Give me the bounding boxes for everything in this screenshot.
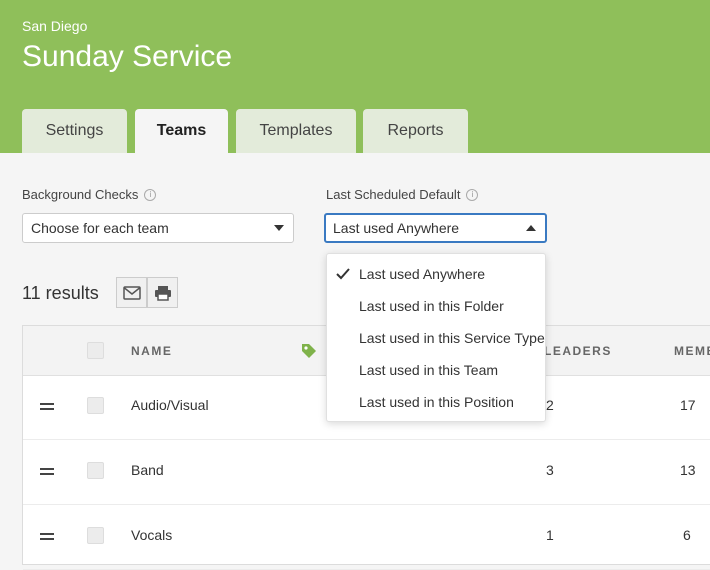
row-checkbox[interactable] <box>87 397 104 414</box>
team-name[interactable]: Audio/Visual <box>131 397 209 413</box>
chevron-up-icon <box>526 225 536 231</box>
background-checks-select[interactable]: Choose for each team <box>22 213 294 243</box>
drag-handle-icon[interactable] <box>40 403 54 413</box>
tab-templates[interactable]: Templates <box>236 109 356 153</box>
email-icon <box>122 285 141 300</box>
dropdown-option-service-type[interactable]: Last used in this Service Type <box>359 330 545 346</box>
tab-teams[interactable]: Teams <box>135 109 228 153</box>
print-icon <box>154 285 171 301</box>
row-checkbox[interactable] <box>87 527 104 544</box>
email-button[interactable] <box>116 277 147 308</box>
page-header: San Diego Sunday Service Settings Teams … <box>0 0 710 153</box>
background-checks-label: Background Checks i <box>22 187 157 202</box>
drag-handle-icon[interactable] <box>40 468 54 478</box>
members-count: 6 <box>683 527 691 543</box>
last-scheduled-default-label-text: Last Scheduled Default <box>326 187 461 202</box>
column-header-name[interactable]: NAME <box>131 344 172 358</box>
tab-reports[interactable]: Reports <box>363 109 468 153</box>
checkmark-icon <box>336 268 350 280</box>
info-icon[interactable]: i <box>466 188 479 201</box>
print-button[interactable] <box>147 277 178 308</box>
team-name[interactable]: Vocals <box>131 527 172 543</box>
last-scheduled-default-value: Last used Anywhere <box>333 220 460 236</box>
info-icon[interactable]: i <box>144 188 157 201</box>
dropdown-option-anywhere[interactable]: Last used Anywhere <box>359 266 485 282</box>
results-count: 11 results <box>22 283 99 303</box>
background-checks-value: Choose for each team <box>31 220 169 236</box>
location-label: San Diego <box>22 18 88 34</box>
last-scheduled-default-dropdown: Last used Anywhere Last used in this Fol… <box>326 253 546 422</box>
last-scheduled-default-select[interactable]: Last used Anywhere <box>324 213 547 243</box>
tab-settings[interactable]: Settings <box>22 109 127 153</box>
tag-icon[interactable] <box>300 342 318 360</box>
select-all-checkbox[interactable] <box>87 342 104 359</box>
leaders-count: 1 <box>546 527 554 543</box>
chevron-down-icon <box>274 225 284 231</box>
column-header-members[interactable]: MEMB <box>674 344 710 358</box>
dropdown-option-team[interactable]: Last used in this Team <box>359 362 498 378</box>
row-checkbox[interactable] <box>87 462 104 479</box>
table-row[interactable]: Vocals 1 6 <box>23 505 710 570</box>
members-count: 13 <box>680 462 696 478</box>
dropdown-option-position[interactable]: Last used in this Position <box>359 394 514 410</box>
team-name[interactable]: Band <box>131 462 164 478</box>
page-title: Sunday Service <box>22 40 233 73</box>
leaders-count: 3 <box>546 462 554 478</box>
members-count: 17 <box>680 397 696 413</box>
table-row[interactable]: Band 3 13 <box>23 440 710 505</box>
dropdown-option-folder[interactable]: Last used in this Folder <box>359 298 504 314</box>
last-scheduled-default-label: Last Scheduled Default i <box>326 187 479 202</box>
background-checks-label-text: Background Checks <box>22 187 139 202</box>
column-header-leaders[interactable]: LEADERS <box>544 344 612 358</box>
leaders-count: 2 <box>546 397 554 413</box>
drag-handle-icon[interactable] <box>40 533 54 543</box>
